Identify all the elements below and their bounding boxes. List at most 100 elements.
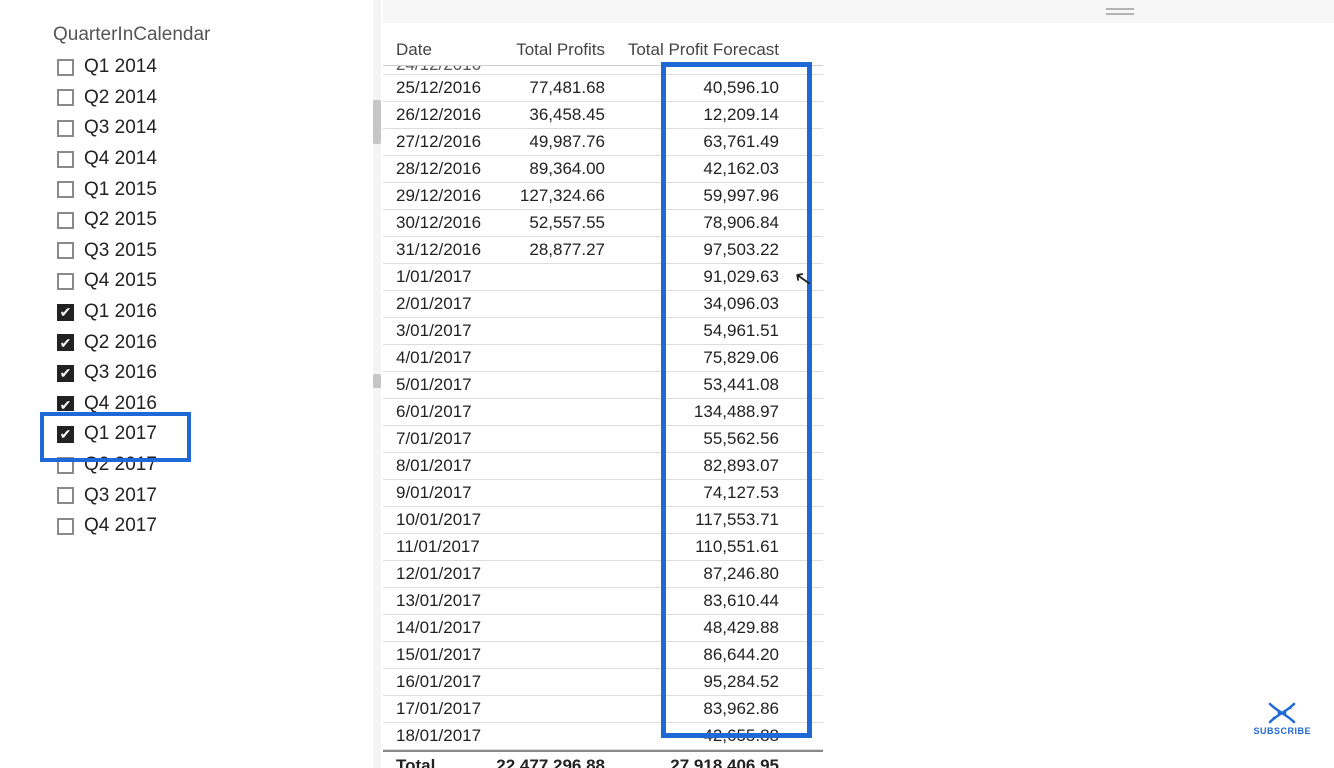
slicer-item[interactable]: Q2 2014: [53, 83, 303, 114]
checkbox-icon[interactable]: [57, 304, 74, 321]
col-profits[interactable]: Total Profits: [495, 41, 627, 59]
slicer-item-label: Q2 2014: [84, 87, 157, 109]
slicer-item[interactable]: Q3 2016: [53, 358, 303, 389]
checkbox-icon[interactable]: [57, 151, 74, 168]
slicer-item[interactable]: Q4 2016: [53, 389, 303, 420]
table-row[interactable]: 8/01/201782,893.07: [383, 453, 823, 480]
table-row[interactable]: 5/01/201753,441.08: [383, 372, 823, 399]
scrollbar-thumb[interactable]: [373, 100, 381, 144]
checkbox-icon[interactable]: [57, 426, 74, 443]
cell-date: 13/01/2017: [383, 591, 495, 611]
table-row: 24/12/2016: [383, 66, 823, 75]
table-row[interactable]: 16/01/201795,284.52: [383, 669, 823, 696]
slicer-item[interactable]: Q4 2014: [53, 144, 303, 175]
checkbox-icon[interactable]: [57, 334, 74, 351]
checkbox-icon[interactable]: [57, 212, 74, 229]
table-row[interactable]: 12/01/2017 87,246.80: [383, 561, 823, 588]
profit-forecast-table[interactable]: Date Total Profits Total Profit Forecast…: [383, 35, 823, 768]
table-row[interactable]: 30/12/201652,557.5578,906.84: [383, 210, 823, 237]
cell-forecast: 74,127.53: [627, 483, 801, 503]
slicer-item[interactable]: Q1 2014: [53, 52, 303, 83]
table-row[interactable]: 11/01/2017110,551.61: [383, 534, 823, 561]
table-row[interactable]: 7/01/201755,562.56: [383, 426, 823, 453]
slicer-item-label: Q4 2015: [84, 270, 157, 292]
slicer-item-label: Q3 2017: [84, 485, 157, 507]
table-row[interactable]: 17/01/201783,962.86: [383, 696, 823, 723]
checkbox-icon[interactable]: [57, 273, 74, 290]
slicer-title: QuarterInCalendar: [53, 24, 303, 46]
cell-date: 17/01/2017: [383, 699, 495, 719]
cell-date: 7/01/2017: [383, 429, 495, 449]
checkbox-icon[interactable]: [57, 365, 74, 382]
table-row[interactable]: 3/01/201754,961.51: [383, 318, 823, 345]
table-row[interactable]: 28/12/201689,364.0042,162.03: [383, 156, 823, 183]
cell-date: 30/12/2016: [383, 213, 495, 233]
cell-date: 12/01/2017: [383, 564, 495, 584]
slicer-item-label: Q4 2014: [84, 148, 157, 170]
table-row[interactable]: 31/12/201628,877.2797,503.22: [383, 237, 823, 264]
cell-forecast: 110,551.61: [627, 537, 801, 557]
cell-forecast: 40,596.10: [627, 78, 801, 98]
cell-forecast: 42,162.03: [627, 159, 801, 179]
cell-forecast: 134,488.97: [627, 402, 801, 422]
subscribe-widget[interactable]: SUBSCRIBE: [1253, 702, 1311, 736]
cell-date: 16/01/2017: [383, 672, 495, 692]
cell-date: 26/12/2016: [383, 105, 495, 125]
table-row[interactable]: 27/12/201649,987.7663,761.49: [383, 129, 823, 156]
cell-date: 9/01/2017: [383, 483, 495, 503]
slicer-item[interactable]: Q2 2017: [53, 450, 303, 481]
table-row[interactable]: 18/01/201742,655.88: [383, 723, 823, 750]
checkbox-icon[interactable]: [57, 59, 74, 76]
checkbox-icon[interactable]: [57, 487, 74, 504]
slicer-item-label: Q1 2015: [84, 179, 157, 201]
slicer-item[interactable]: Q1 2016: [53, 297, 303, 328]
table-row[interactable]: 26/12/201636,458.4512,209.14: [383, 102, 823, 129]
slicer-item[interactable]: Q3 2017: [53, 480, 303, 511]
checkbox-icon[interactable]: [57, 242, 74, 259]
table-row[interactable]: 2/01/201734,096.03: [383, 291, 823, 318]
slicer-item[interactable]: Q4 2017: [53, 511, 303, 542]
checkbox-icon[interactable]: [57, 89, 74, 106]
slicer-item-label: Q2 2016: [84, 332, 157, 354]
table-scrollbar[interactable]: [373, 0, 381, 768]
checkbox-icon[interactable]: [57, 457, 74, 474]
table-row[interactable]: 25/12/201677,481.6840,596.10: [383, 75, 823, 102]
drag-handle-icon[interactable]: [1106, 8, 1134, 15]
scrollbar-thumb[interactable]: [373, 374, 381, 388]
checkbox-icon[interactable]: [57, 396, 74, 411]
slicer-item[interactable]: Q2 2015: [53, 205, 303, 236]
cell-forecast: 54,961.51: [627, 321, 801, 341]
slicer-item[interactable]: Q1 2017: [53, 419, 303, 450]
quarter-slicer[interactable]: QuarterInCalendar Q1 2014 Q2 2014 Q3 2014 Q…: [53, 24, 303, 542]
checkbox-icon[interactable]: [57, 181, 74, 198]
cell-forecast: 59,997.96: [627, 186, 801, 206]
slicer-item[interactable]: Q3 2015: [53, 236, 303, 267]
cell-forecast: 87,246.80: [627, 564, 801, 584]
checkbox-icon[interactable]: [57, 120, 74, 137]
dna-icon: [1268, 702, 1296, 724]
table-row[interactable]: 6/01/2017134,488.97: [383, 399, 823, 426]
cell-date: 5/01/2017: [383, 375, 495, 395]
cell-profits: 49,987.76: [495, 132, 627, 152]
table-row[interactable]: 29/12/2016127,324.6659,997.96: [383, 183, 823, 210]
checkbox-icon[interactable]: [57, 518, 74, 535]
cell-forecast: 97,503.22: [627, 240, 801, 260]
table-row[interactable]: 14/01/201748,429.88: [383, 615, 823, 642]
table-row[interactable]: 1/01/201791,029.63: [383, 264, 823, 291]
slicer-item[interactable]: Q4 2015: [53, 266, 303, 297]
total-profits: 22,477,296.88: [495, 756, 627, 768]
slicer-item-label: Q1 2014: [84, 56, 157, 78]
slicer-item-label: Q3 2015: [84, 240, 157, 262]
col-date[interactable]: Date: [383, 41, 495, 59]
table-row[interactable]: 10/01/2017117,553.71: [383, 507, 823, 534]
cell-date: 14/01/2017: [383, 618, 495, 638]
table-row[interactable]: 9/01/2017 74,127.53: [383, 480, 823, 507]
table-row[interactable]: 4/01/201775,829.06: [383, 345, 823, 372]
col-forecast[interactable]: Total Profit Forecast: [627, 41, 801, 59]
slicer-item[interactable]: Q2 2016: [53, 327, 303, 358]
table-row[interactable]: 13/01/201783,610.44: [383, 588, 823, 615]
slicer-item[interactable]: Q3 2014: [53, 113, 303, 144]
table-row[interactable]: 15/01/201786,644.20: [383, 642, 823, 669]
cell-date: 2/01/2017: [383, 294, 495, 314]
slicer-item[interactable]: Q1 2015: [53, 174, 303, 205]
